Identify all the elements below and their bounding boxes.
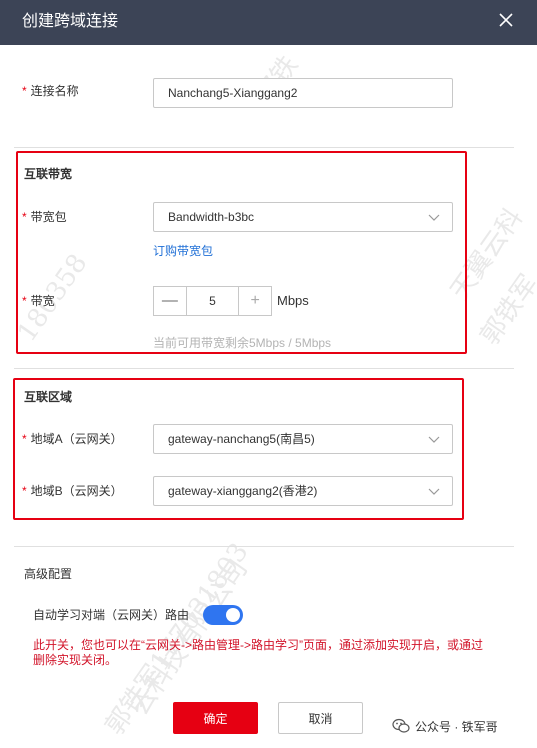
region-a-select[interactable]: gateway-nanchang5(南昌5): [153, 424, 453, 454]
warning-text-line1: 此开关，您也可以在“云网关->路由管理->路由学习”页面，通过添加实现开启，或通…: [33, 638, 484, 652]
required-mark: *: [22, 484, 27, 498]
wechat-label: 公众号 · 铁军哥: [415, 719, 498, 734]
region-b-label: * 地域B（云网关）: [22, 484, 123, 498]
auto-learn-toggle[interactable]: [203, 605, 243, 625]
required-mark: *: [22, 294, 27, 308]
increment-button[interactable]: +: [238, 287, 271, 315]
required-mark: *: [22, 84, 27, 98]
wechat-icon: [392, 718, 410, 733]
decrement-button[interactable]: —: [154, 287, 187, 315]
divider: [14, 546, 514, 547]
chevron-down-icon: [428, 436, 440, 443]
wechat-watermark: 公众号 · 铁军哥: [392, 716, 498, 736]
warning-text-line2: 删除实现关闭。: [33, 653, 118, 667]
confirm-button[interactable]: 确定: [173, 702, 258, 734]
required-mark: *: [22, 210, 27, 224]
toggle-knob: [226, 608, 240, 622]
divider: [14, 147, 514, 148]
dialog-header: 创建跨域连接: [0, 0, 537, 45]
buy-bandwidth-link[interactable]: 订购带宽包: [153, 242, 213, 259]
watermark: 郭铁军: [474, 269, 537, 351]
required-mark: *: [22, 432, 27, 446]
close-icon[interactable]: [496, 10, 516, 30]
bandwidth-value[interactable]: 5: [187, 287, 239, 315]
region-a-label: * 地域A（云网关）: [22, 432, 123, 446]
available-bandwidth-hint: 当前可用带宽剩余5Mbps / 5Mbps: [153, 336, 332, 350]
chevron-down-icon: [428, 488, 440, 495]
divider: [14, 368, 514, 369]
dialog-title: 创建跨域连接: [22, 13, 119, 30]
chevron-down-icon: [428, 214, 440, 221]
bandwidth-label: * 带宽: [22, 294, 55, 308]
bandwidth-package-select[interactable]: Bandwidth-b3bc: [153, 202, 453, 232]
bandwidth-stepper[interactable]: — 5 +: [153, 286, 272, 316]
section-title-bandwidth: 互联带宽: [24, 167, 73, 181]
bandwidth-unit: Mbps: [277, 293, 309, 308]
section-title-region: 互联区域: [24, 390, 73, 404]
cancel-button[interactable]: 取消: [278, 702, 363, 734]
region-b-value: gateway-xianggang2(香港2): [168, 484, 318, 498]
bandwidth-package-value: Bandwidth-b3bc: [168, 210, 255, 224]
auto-learn-label: 自动学习对端（云网关）路由: [33, 608, 190, 622]
connection-name-label: * 连接名称: [22, 84, 79, 98]
region-b-select[interactable]: gateway-xianggang2(香港2): [153, 476, 453, 506]
bandwidth-package-label: * 带宽包: [22, 210, 67, 224]
region-a-value: gateway-nanchang5(南昌5): [168, 432, 315, 446]
section-title-advanced: 高级配置: [24, 567, 73, 581]
highlight-box-bandwidth: [16, 151, 467, 354]
connection-name-input[interactable]: Nanchang5-Xianggang2: [153, 78, 453, 108]
